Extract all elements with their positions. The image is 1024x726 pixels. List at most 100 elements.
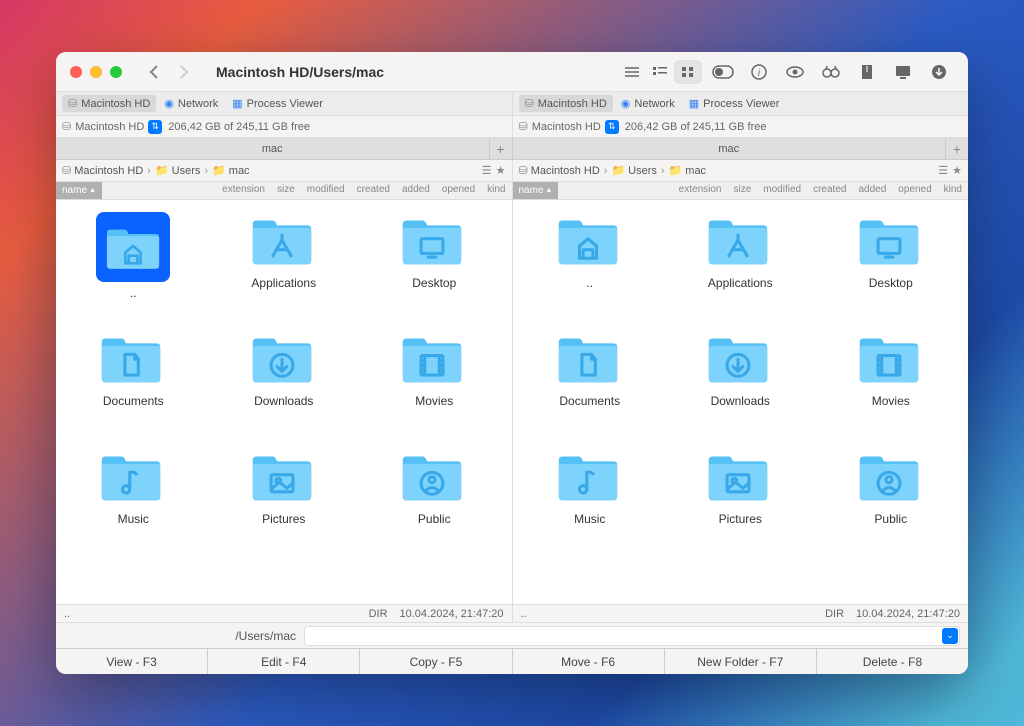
col-created[interactable]: created (351, 182, 396, 199)
sort-asc-icon: ▲ (546, 187, 553, 194)
chevron-right-icon: › (147, 165, 151, 177)
movies-folder-icon (397, 330, 471, 390)
add-tab-button[interactable]: + (946, 138, 968, 159)
favorite-macintosh-hd[interactable]: ⛁Macintosh HD (62, 95, 156, 112)
folder-item-home[interactable]: .. (517, 208, 664, 322)
folder-item-pictures[interactable]: Pictures (211, 444, 358, 558)
col-added[interactable]: added (396, 182, 436, 199)
list-toggle-icon[interactable]: ☰ (938, 164, 948, 177)
path-dropdown-icon[interactable]: ⌄ (942, 628, 958, 644)
folder-item-home[interactable]: .. (60, 208, 207, 322)
icon-view-button[interactable] (674, 60, 702, 84)
movies-folder-icon (854, 330, 928, 390)
folder-item-pictures[interactable]: Pictures (667, 444, 814, 558)
desktop-icon[interactable] (888, 60, 918, 84)
folder-item-downloads[interactable]: Downloads (667, 326, 814, 440)
folder-label: Music (118, 512, 149, 526)
folder-item-apps[interactable]: Applications (211, 208, 358, 322)
col-name[interactable]: name▲ (56, 182, 102, 199)
func-move[interactable]: Move - F6 (513, 649, 665, 674)
folder-item-movies[interactable]: Movies (818, 326, 965, 440)
func-newfolder[interactable]: New Folder - F7 (665, 649, 817, 674)
col-added[interactable]: added (852, 182, 892, 199)
crumb-mac[interactable]: 📁mac (212, 164, 249, 177)
col-kind[interactable]: kind (481, 182, 511, 199)
columns-right: name▲ extension size modified created ad… (513, 182, 969, 199)
favorite-process-viewer[interactable]: ▦Process Viewer (226, 95, 329, 112)
crumb-root[interactable]: ⛁Macintosh HD (62, 164, 143, 177)
favorite-label: Macintosh HD (538, 98, 607, 110)
col-modified[interactable]: modified (757, 182, 807, 199)
col-name[interactable]: name▲ (513, 182, 559, 199)
crumb-users[interactable]: 📁Users (611, 164, 656, 177)
favorite-macintosh-hd[interactable]: ⛁Macintosh HD (519, 95, 613, 112)
col-size[interactable]: size (271, 182, 301, 199)
pane-right: .. Applications Desktop Documents Downlo… (513, 200, 969, 604)
folder-item-docs[interactable]: Documents (517, 326, 664, 440)
folder-item-movies[interactable]: Movies (361, 326, 508, 440)
col-extension[interactable]: extension (558, 182, 727, 199)
crumb-users[interactable]: 📁Users (155, 164, 200, 177)
func-delete[interactable]: Delete - F8 (817, 649, 968, 674)
favorite-network[interactable]: ◉Network (158, 95, 224, 112)
func-edit[interactable]: Edit - F4 (208, 649, 360, 674)
close-button[interactable] (70, 66, 82, 78)
info-icon[interactable]: i (744, 60, 774, 84)
docs-folder-icon (553, 330, 627, 390)
list-toggle-icon[interactable]: ☰ (482, 164, 492, 177)
favorite-label: Macintosh HD (81, 98, 150, 110)
col-modified[interactable]: modified (301, 182, 351, 199)
folder-item-desktop[interactable]: Desktop (361, 208, 508, 322)
star-icon[interactable]: ★ (952, 164, 962, 177)
folder-item-public[interactable]: Public (818, 444, 965, 558)
col-opened[interactable]: opened (892, 182, 937, 199)
maximize-button[interactable] (110, 66, 122, 78)
star-icon[interactable]: ★ (496, 164, 506, 177)
tab-mac[interactable]: mac (56, 138, 490, 159)
disk-row: ⛁Macintosh HD⇅ 206,42 GB of 245,11 GB fr… (56, 116, 968, 138)
crumb-root[interactable]: ⛁Macintosh HD (519, 164, 600, 177)
favorite-label: Network (178, 98, 218, 110)
back-button[interactable] (144, 62, 164, 82)
col-size[interactable]: size (727, 182, 757, 199)
minimize-button[interactable] (90, 66, 102, 78)
folder-item-docs[interactable]: Documents (60, 326, 207, 440)
folder-item-apps[interactable]: Applications (667, 208, 814, 322)
column-view-button[interactable] (646, 60, 674, 84)
folder-item-music[interactable]: Music (60, 444, 207, 558)
folder-label: .. (130, 286, 137, 300)
col-extension[interactable]: extension (102, 182, 271, 199)
tabs-right: mac + (513, 138, 969, 159)
tab-mac[interactable]: mac (513, 138, 947, 159)
favorite-network[interactable]: ◉Network (615, 95, 681, 112)
path-input[interactable] (304, 626, 960, 646)
favorite-process-viewer[interactable]: ▦Process Viewer (683, 95, 786, 112)
disk-selector[interactable]: ⛁Macintosh HD⇅ (519, 120, 619, 134)
func-view[interactable]: View - F3 (56, 649, 208, 674)
preview-icon[interactable] (780, 60, 810, 84)
add-tab-button[interactable]: + (490, 138, 512, 159)
col-kind[interactable]: kind (938, 182, 968, 199)
file-grid-right[interactable]: .. Applications Desktop Documents Downlo… (513, 200, 969, 604)
file-grid-left[interactable]: .. Applications Desktop Documents Downlo… (56, 200, 512, 604)
folder-item-desktop[interactable]: Desktop (818, 208, 965, 322)
folder-label: Documents (559, 394, 620, 408)
list-view-button[interactable] (618, 60, 646, 84)
folder-item-music[interactable]: Music (517, 444, 664, 558)
folder-label: Downloads (711, 394, 770, 408)
path-input-wrap: ⌄ (304, 626, 960, 646)
col-opened[interactable]: opened (436, 182, 481, 199)
archive-icon[interactable] (852, 60, 882, 84)
binoculars-icon[interactable] (816, 60, 846, 84)
toggle-icon[interactable] (708, 60, 738, 84)
folder-item-downloads[interactable]: Downloads (211, 326, 358, 440)
func-copy[interactable]: Copy - F5 (360, 649, 512, 674)
col-created[interactable]: created (807, 182, 852, 199)
folder-label: Applications (708, 276, 773, 290)
crumb-mac[interactable]: 📁mac (669, 164, 706, 177)
folder-item-public[interactable]: Public (361, 444, 508, 558)
forward-button[interactable] (174, 62, 194, 82)
download-icon[interactable] (924, 60, 954, 84)
folder-label: Downloads (254, 394, 313, 408)
disk-selector[interactable]: ⛁Macintosh HD⇅ (62, 120, 162, 134)
